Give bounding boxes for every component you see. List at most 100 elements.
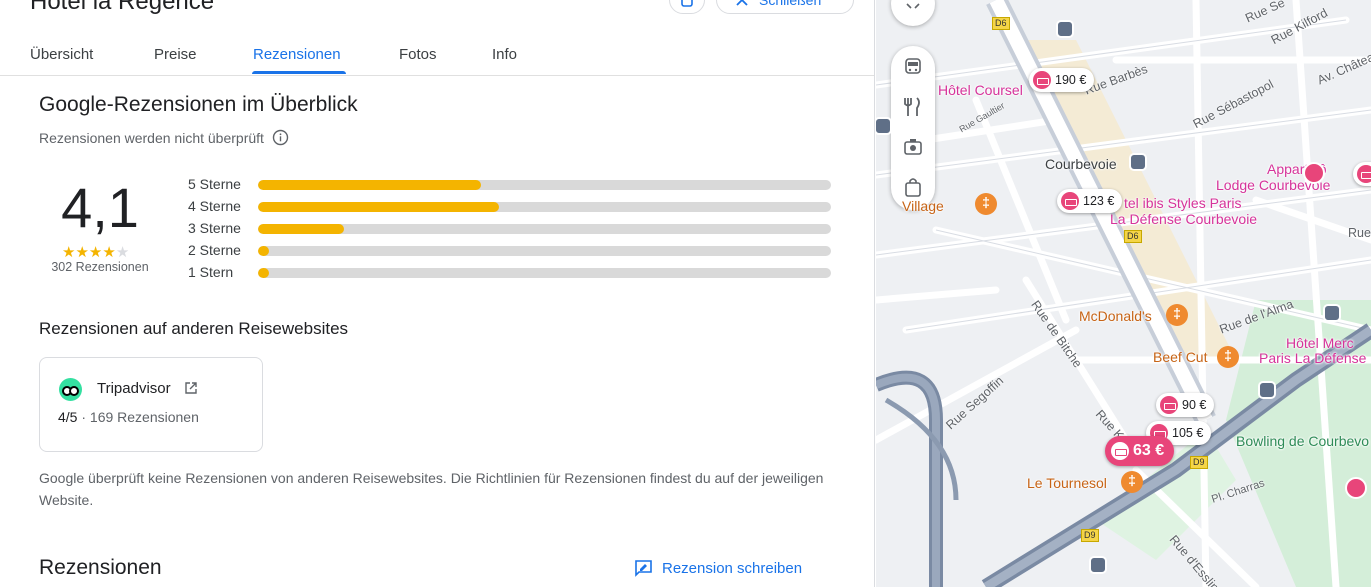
transit-stop-icon[interactable]: [1089, 556, 1107, 574]
tripadvisor-score: 4/5 · 169 Rezensionen: [58, 409, 199, 425]
rating-bar-4[interactable]: 4 Sterne: [188, 198, 833, 214]
poi-label[interactable]: Paris La Défense: [1259, 350, 1366, 366]
price-pin-label: 90 €: [1182, 398, 1207, 412]
transit-stop-icon[interactable]: [1258, 381, 1276, 399]
poi-label[interactable]: Hôtel Merc: [1286, 335, 1354, 351]
write-review-button[interactable]: Rezension schreiben: [634, 560, 802, 577]
save-button[interactable]: [669, 0, 705, 14]
hotel-icon: [1111, 442, 1129, 460]
price-pin-label: 63 €: [1133, 442, 1165, 459]
transit-stop-icon[interactable]: [1323, 304, 1341, 322]
road-sign: D9: [1081, 529, 1099, 542]
rating-bar-label: 3 Sterne: [188, 220, 241, 236]
selected-price-pin[interactable]: 63 €: [1105, 436, 1175, 466]
info-icon[interactable]: [272, 129, 289, 146]
average-rating: 4,1: [61, 176, 139, 239]
road-sign: D6: [992, 17, 1010, 30]
shopping-icon[interactable]: [902, 176, 924, 198]
transit-stop-icon[interactable]: [876, 117, 892, 135]
lodging-marker-icon[interactable]: [1303, 162, 1325, 184]
close-button[interactable]: Schließen: [716, 0, 854, 14]
rate-review-icon: [635, 560, 652, 577]
star-filled-icon: ★: [75, 244, 89, 261]
rating-bar-track: [258, 246, 831, 256]
rating-bar-track: [258, 180, 831, 190]
poi-label[interactable]: Bowling de Courbevo: [1236, 433, 1369, 449]
poi-label[interactable]: McDonald's: [1079, 308, 1152, 324]
poi-label[interactable]: Village: [902, 198, 944, 214]
close-icon: [736, 0, 748, 6]
restaurant-marker-icon[interactable]: [975, 193, 997, 215]
restaurant-marker-icon[interactable]: [1166, 304, 1188, 326]
fullscreen-button[interactable]: [891, 0, 935, 26]
rating-bar-fill: [258, 246, 270, 256]
price-pin-label: 123 €: [1083, 194, 1115, 208]
tab-photos[interactable]: Fotos: [399, 46, 437, 63]
rating-stars: ★★★★★: [62, 243, 129, 261]
tab-info[interactable]: Info: [492, 46, 517, 63]
rating-bar-label: 1 Stern: [188, 264, 234, 280]
street-label: Rue: [1348, 226, 1371, 240]
bookmark-icon: [681, 0, 693, 7]
tab-bar: Übersicht Preise Rezensionen Fotos Info: [0, 40, 874, 76]
rating-bar-3[interactable]: 3 Sterne: [188, 220, 833, 236]
map-view[interactable]: Rue Barbès Rue Sébastopol Rue Kilford Ru…: [876, 0, 1371, 587]
tripadvisor-name: Tripadvisor: [97, 380, 171, 397]
rating-bar-fill: [258, 180, 482, 190]
poi-label[interactable]: La Défense Courbevoie: [1110, 211, 1257, 227]
tripadvisor-review-count: · 169 Rezensionen: [81, 409, 199, 425]
poi-label[interactable]: Le Tournesol: [1027, 475, 1107, 491]
lodging-marker-icon[interactable]: [1345, 477, 1367, 499]
price-pin-label: 190 €: [1055, 73, 1087, 87]
poi-label[interactable]: Hôtel Coursel: [938, 82, 1023, 98]
review-count: 302 Rezensionen: [51, 260, 149, 274]
price-pin[interactable]: 123 €: [1057, 189, 1123, 213]
rating-bar-fill: [258, 202, 499, 212]
tripadvisor-rating: 4/5: [58, 409, 78, 425]
price-pin-partial[interactable]: 90: [1353, 162, 1371, 186]
train-station-icon[interactable]: [1129, 153, 1147, 171]
rating-bar-label: 2 Sterne: [188, 242, 241, 258]
poi-label[interactable]: Beef Cut: [1153, 349, 1207, 365]
close-label: Schließen: [759, 0, 822, 8]
tripadvisor-card[interactable]: Tripadvisor 4/5 · 169 Rezensionen: [39, 357, 263, 452]
other-sites-heading: Rezensionen auf anderen Reisewebsites: [39, 319, 349, 338]
price-pin-label: 105 €: [1172, 426, 1204, 440]
tab-prices[interactable]: Preise: [154, 46, 197, 63]
rating-bar-label: 5 Sterne: [188, 176, 241, 192]
tab-reviews[interactable]: Rezensionen: [253, 46, 341, 63]
price-pin[interactable]: 90 €: [1156, 393, 1215, 417]
hotel-icon: [1357, 165, 1371, 183]
rating-bar-5[interactable]: 5 Sterne: [188, 176, 833, 192]
star-filled-icon: ★: [102, 244, 116, 261]
overview-heading: Google-Rezensionen im Überblick: [39, 93, 358, 116]
restaurant-marker-icon[interactable]: [1217, 346, 1239, 368]
hotel-title: Hôtel la Régence: [30, 0, 215, 15]
restaurant-icon[interactable]: [902, 96, 924, 118]
transit-icon[interactable]: [902, 56, 924, 78]
active-tab-indicator: [252, 71, 346, 74]
rating-bar-2[interactable]: 2 Sterne: [188, 242, 833, 258]
restaurant-marker-icon[interactable]: [1121, 471, 1143, 493]
external-link-icon: [185, 382, 197, 394]
road-sign: D6: [1124, 230, 1142, 243]
star-empty-icon: ★: [115, 244, 130, 261]
rating-bar-1[interactable]: 1 Stern: [188, 264, 833, 280]
hotel-icon: [1160, 396, 1178, 414]
poi-label[interactable]: tel ibis Styles Paris: [1124, 195, 1241, 211]
transit-stop-icon[interactable]: [1056, 20, 1074, 38]
road-sign: D9: [1190, 456, 1208, 469]
tab-overview[interactable]: Übersicht: [30, 46, 93, 63]
star-filled-icon: ★: [88, 244, 103, 261]
rating-bar-track: [258, 268, 831, 278]
reviews-disclaimer: Google überprüft keine Rezensionen von a…: [39, 470, 824, 508]
rating-bar-track: [258, 224, 831, 234]
tripadvisor-logo-icon: [59, 378, 82, 401]
unverified-note-text: Rezensionen werden nicht überprüft: [39, 129, 264, 146]
price-pin[interactable]: 190 €: [1029, 68, 1095, 92]
attraction-icon[interactable]: [902, 136, 924, 158]
collapse-icon: [906, 3, 920, 9]
hotel-icon: [1033, 71, 1051, 89]
poi-label[interactable]: Courbevoie: [1045, 156, 1117, 172]
rating-bar-fill: [258, 224, 344, 234]
